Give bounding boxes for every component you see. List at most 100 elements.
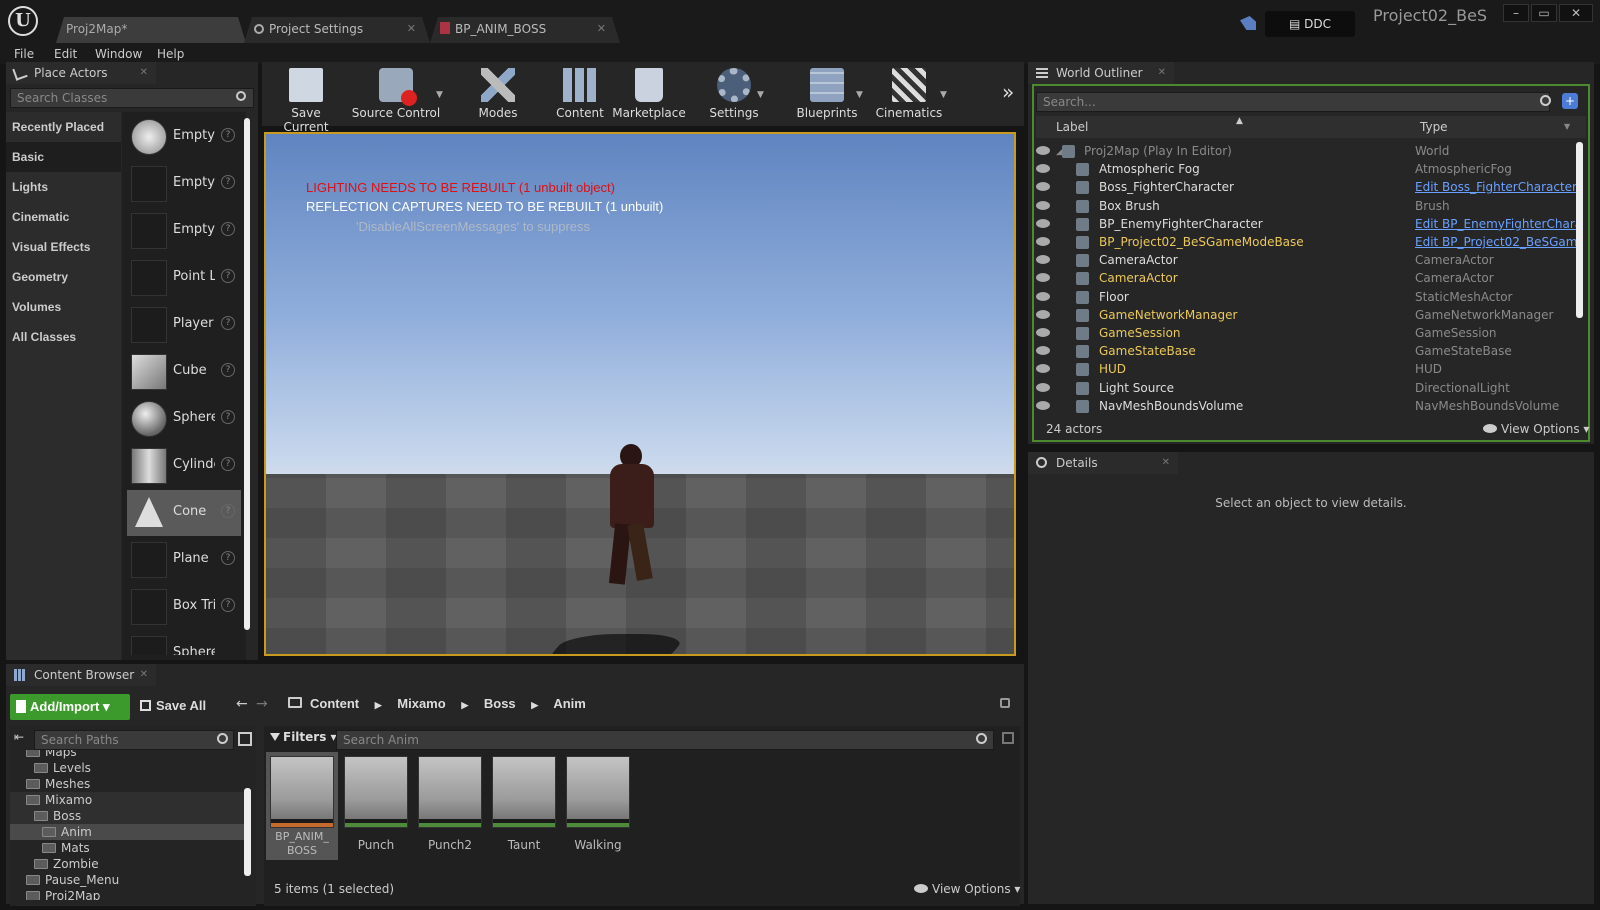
eye-icon[interactable] — [1036, 237, 1050, 246]
list-view-icon[interactable] — [238, 732, 252, 746]
expand-toolbar-icon[interactable]: » — [1002, 80, 1014, 104]
collapse-tree-icon[interactable]: ⇤ — [14, 730, 24, 744]
outliner-row[interactable]: BP_Project02_BeSGameModeBase Edit BP_Proj… — [1032, 233, 1586, 251]
chevron-down-icon[interactable]: ▼ — [757, 90, 764, 100]
help-icon[interactable]: ? — [221, 363, 235, 377]
asset-thumbnail-punch[interactable] — [344, 756, 408, 828]
close-icon[interactable]: ✕ — [140, 664, 148, 686]
content-button[interactable]: Content — [554, 66, 606, 124]
outliner-row[interactable]: Floor StaticMeshActor — [1032, 288, 1586, 306]
actor-list-scrollbar[interactable] — [244, 118, 250, 630]
eye-icon[interactable] — [1036, 200, 1050, 210]
actor-item[interactable]: Cube? — [127, 349, 241, 395]
eye-icon[interactable] — [1036, 328, 1050, 337]
outliner-row[interactable]: BP_EnemyFighterCharacter Edit BP_EnemyFig… — [1032, 215, 1586, 233]
category-lights[interactable]: Lights — [12, 180, 48, 194]
blueprints-button[interactable]: Blueprints — [790, 66, 864, 124]
outliner-row[interactable]: GameStateBase GameStateBase — [1032, 342, 1586, 360]
help-icon[interactable]: ? — [221, 504, 235, 518]
tree-folder-item[interactable]: Mats — [10, 840, 244, 856]
lock-icon[interactable] — [1000, 698, 1010, 708]
tree-folder-item[interactable]: Meshes — [10, 776, 244, 792]
outliner-row-type[interactable]: Edit BP_Project02_BeSGameModeBase — [1415, 233, 1580, 251]
actor-item[interactable]: Empty Actor? — [127, 114, 241, 160]
tree-folder-item[interactable]: Proj2Map — [10, 888, 244, 900]
tree-folder-item[interactable]: Zombie — [10, 856, 244, 872]
modes-button[interactable]: Modes — [470, 66, 526, 124]
ddc-button[interactable]: ▤ DDC — [1265, 11, 1355, 37]
tree-scrollbar[interactable] — [244, 788, 251, 876]
close-window-button[interactable]: ✕ — [1559, 4, 1593, 22]
breadcrumb-item[interactable]: Mixamo — [397, 696, 445, 711]
actor-item[interactable]: Point Light? — [127, 255, 241, 301]
outliner-row[interactable]: Box Brush Brush — [1032, 197, 1586, 215]
chevron-right-icon[interactable]: ▶ — [531, 700, 538, 710]
close-icon[interactable]: ✕ — [1158, 62, 1166, 84]
help-icon[interactable]: ? — [221, 410, 235, 424]
close-icon[interactable]: ✕ — [140, 62, 148, 84]
actor-item[interactable]: Cylinder? — [127, 443, 241, 489]
chevron-right-icon[interactable]: ▶ — [375, 700, 382, 710]
category-all-classes[interactable]: All Classes — [12, 330, 76, 344]
actor-item-selected[interactable]: Cone? — [127, 490, 241, 536]
asset-thumbnail-bp-anim-boss[interactable] — [270, 756, 334, 828]
asset-thumbnail-walking[interactable] — [566, 756, 630, 828]
content-browser-tab[interactable]: Content Browser ✕ — [6, 664, 156, 686]
help-icon[interactable]: ? — [221, 598, 235, 612]
category-recently-placed[interactable]: Recently Placed — [12, 120, 104, 134]
save-current-button[interactable]: Save Current — [270, 66, 342, 134]
breadcrumb-item[interactable]: Boss — [484, 696, 516, 711]
tree-folder-item[interactable]: Mixamo — [10, 792, 244, 808]
world-outliner-tab[interactable]: World Outliner ✕ — [1028, 62, 1174, 84]
details-tab[interactable]: Details ✕ — [1028, 452, 1178, 474]
help-icon[interactable]: ? — [221, 316, 235, 330]
tab-bp-anim-boss[interactable]: BP_ANIM_BOSS ✕ — [430, 17, 620, 43]
help-icon[interactable]: ? — [221, 128, 235, 142]
menu-file[interactable]: File — [14, 44, 34, 64]
eye-icon[interactable] — [1036, 146, 1050, 155]
close-icon[interactable]: ✕ — [407, 22, 416, 35]
chevron-down-icon[interactable]: ▼ — [940, 90, 947, 100]
category-geometry[interactable]: Geometry — [12, 270, 68, 284]
search-assets-input[interactable]: Search Anim — [336, 730, 994, 750]
column-label[interactable]: Label — [1056, 120, 1088, 134]
chevron-down-icon[interactable]: ▼ — [1564, 122, 1570, 131]
breadcrumb-item[interactable]: Anim — [553, 696, 586, 711]
outliner-row[interactable]: GameSession GameSession — [1032, 324, 1586, 342]
settings-button[interactable]: Settings — [704, 66, 764, 124]
eye-icon[interactable] — [1036, 218, 1050, 228]
help-icon[interactable]: ? — [221, 175, 235, 189]
source-control-status-icon[interactable] — [1240, 16, 1256, 30]
outliner-row[interactable]: NavMeshBoundsVolume NavMeshBoundsVolume — [1032, 397, 1586, 415]
outliner-search-input[interactable]: Search... — [1036, 92, 1550, 112]
actor-item[interactable]: Box Trigger? — [127, 584, 241, 630]
eye-icon[interactable] — [1036, 182, 1050, 192]
outliner-row-type[interactable]: Edit BP_EnemyFighterCharacter — [1415, 215, 1580, 233]
tree-folder-item[interactable]: Levels — [10, 760, 244, 776]
chevron-right-icon[interactable]: ▶ — [461, 700, 468, 710]
maximize-button[interactable]: ▭ — [1531, 4, 1557, 22]
search-paths-input[interactable]: Search Paths — [34, 730, 234, 750]
eye-icon[interactable] — [1036, 346, 1050, 356]
column-type[interactable]: Type — [1420, 120, 1448, 134]
outliner-row[interactable]: Light Source DirectionalLight — [1032, 379, 1586, 397]
outliner-row[interactable]: GameNetworkManager GameNetworkManager — [1032, 306, 1586, 324]
actor-item[interactable]: Sphere Trigger — [127, 631, 241, 655]
help-icon[interactable]: ? — [221, 269, 235, 283]
actor-item[interactable]: Sphere? — [127, 396, 241, 442]
actor-item[interactable]: Empty Pawn? — [127, 208, 241, 254]
close-icon[interactable]: ✕ — [597, 22, 606, 35]
level-viewport[interactable]: LIGHTING NEEDS TO BE REBUILT (1 unbuilt … — [264, 132, 1016, 656]
outliner-row[interactable]: HUD HUD — [1032, 360, 1586, 378]
eye-icon[interactable] — [1036, 255, 1050, 265]
category-volumes[interactable]: Volumes — [12, 300, 61, 314]
tree-folder-item[interactable]: Boss — [10, 808, 244, 824]
forward-arrow-icon[interactable]: → — [256, 696, 268, 712]
outliner-view-options[interactable]: View Options ▾ — [1483, 422, 1589, 436]
tree-folder-item[interactable]: Anim — [10, 824, 244, 840]
help-icon[interactable]: ? — [221, 551, 235, 565]
eye-icon[interactable] — [1036, 400, 1050, 410]
search-classes-input[interactable]: Search Classes — [10, 88, 254, 108]
save-search-icon[interactable] — [1002, 732, 1014, 744]
add-actor-icon[interactable]: + — [1562, 93, 1578, 109]
